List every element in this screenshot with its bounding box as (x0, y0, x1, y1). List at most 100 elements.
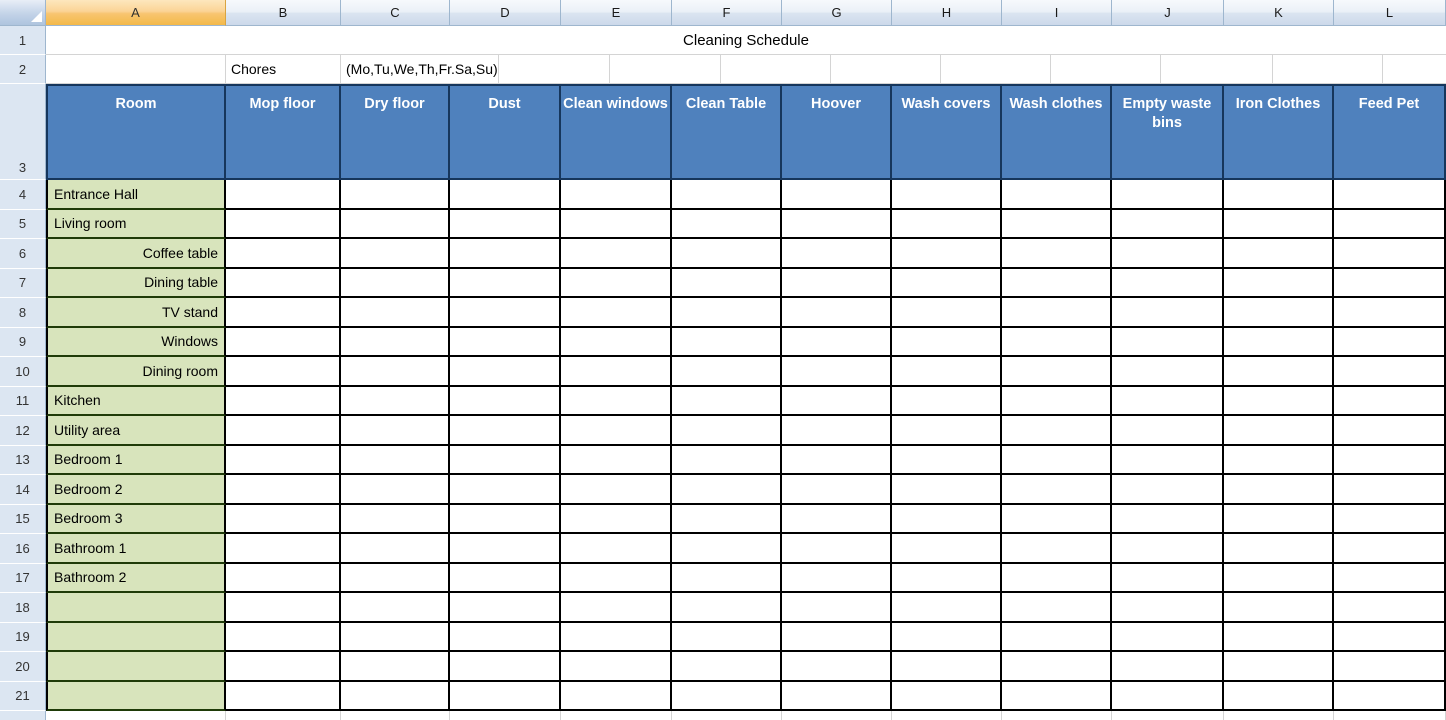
column-header-j[interactable]: J (1112, 0, 1224, 26)
cell-G5[interactable] (782, 209, 892, 239)
cell-F21[interactable] (672, 681, 782, 711)
cell-J20[interactable] (1112, 652, 1224, 682)
cell-D-partial[interactable] (450, 711, 561, 720)
cell-L4[interactable] (1334, 180, 1446, 210)
row-header-14[interactable]: 14 (0, 475, 46, 505)
cell-L11[interactable] (1334, 386, 1446, 416)
cell-K14[interactable] (1224, 475, 1334, 505)
cell-D10[interactable] (450, 357, 561, 387)
header-cell-chore-7[interactable]: Wash covers (892, 84, 1002, 180)
row-header-1[interactable]: 1 (0, 26, 46, 55)
row-header-17[interactable]: 17 (0, 563, 46, 593)
cell-H21[interactable] (892, 681, 1002, 711)
cell-K17[interactable] (1224, 563, 1334, 593)
column-header-l[interactable]: L (1334, 0, 1446, 26)
cell-B16[interactable] (226, 534, 341, 564)
cell-L13[interactable] (1334, 445, 1446, 475)
row-header-9[interactable]: 9 (0, 327, 46, 357)
cell-L5[interactable] (1334, 209, 1446, 239)
cell-B21[interactable] (226, 681, 341, 711)
cell-C17[interactable] (341, 563, 450, 593)
cell-C-partial[interactable] (341, 711, 450, 720)
cell-J4[interactable] (1112, 180, 1224, 210)
cell-K20[interactable] (1224, 652, 1334, 682)
cell-G17[interactable] (782, 563, 892, 593)
cell-J19[interactable] (1112, 622, 1224, 652)
cell-G10[interactable] (782, 357, 892, 387)
cell-B18[interactable] (226, 593, 341, 623)
cell-D5[interactable] (450, 209, 561, 239)
cell-E15[interactable] (561, 504, 672, 534)
column-header-g[interactable]: G (782, 0, 892, 26)
cell-A15[interactable]: Bedroom 3 (46, 504, 226, 534)
cell-J16[interactable] (1112, 534, 1224, 564)
cell-G8[interactable] (782, 298, 892, 328)
cell-L-partial[interactable] (1334, 711, 1446, 720)
cell-H14[interactable] (892, 475, 1002, 505)
cell-H9[interactable] (892, 327, 1002, 357)
cell-C13[interactable] (341, 445, 450, 475)
cell-A13[interactable]: Bedroom 1 (46, 445, 226, 475)
cell-K2[interactable] (1272, 55, 1383, 84)
cell-I13[interactable] (1002, 445, 1112, 475)
cell-L9[interactable] (1334, 327, 1446, 357)
cell-G21[interactable] (782, 681, 892, 711)
cell-D11[interactable] (450, 386, 561, 416)
cell-F12[interactable] (672, 416, 782, 446)
cell-F9[interactable] (672, 327, 782, 357)
cell-I10[interactable] (1002, 357, 1112, 387)
cell-L18[interactable] (1334, 593, 1446, 623)
cell-H5[interactable] (892, 209, 1002, 239)
cell-B6[interactable] (226, 239, 341, 269)
cell-L19[interactable] (1334, 622, 1446, 652)
cell-J2[interactable] (1160, 55, 1273, 84)
cell-C21[interactable] (341, 681, 450, 711)
cell-C15[interactable] (341, 504, 450, 534)
cell-B14[interactable] (226, 475, 341, 505)
cell-I9[interactable] (1002, 327, 1112, 357)
cell-B12[interactable] (226, 416, 341, 446)
cell-D8[interactable] (450, 298, 561, 328)
cell-I-partial[interactable] (1002, 711, 1112, 720)
cell-B13[interactable] (226, 445, 341, 475)
row-header-7[interactable]: 7 (0, 268, 46, 298)
row-header-21[interactable]: 21 (0, 681, 46, 711)
cell-G-partial[interactable] (782, 711, 892, 720)
cell-D14[interactable] (450, 475, 561, 505)
cell-G6[interactable] (782, 239, 892, 269)
row-header-3[interactable]: 3 (0, 84, 46, 180)
cell-J11[interactable] (1112, 386, 1224, 416)
cell-L10[interactable] (1334, 357, 1446, 387)
cell-C20[interactable] (341, 652, 450, 682)
cell-D16[interactable] (450, 534, 561, 564)
cell-F8[interactable] (672, 298, 782, 328)
cell-A2[interactable] (46, 55, 226, 84)
cell-F6[interactable] (672, 239, 782, 269)
cell-F7[interactable] (672, 268, 782, 298)
cell-D4[interactable] (450, 180, 561, 210)
cell-B5[interactable] (226, 209, 341, 239)
cell-I5[interactable] (1002, 209, 1112, 239)
cell-A11[interactable]: Kitchen (46, 386, 226, 416)
cell-C8[interactable] (341, 298, 450, 328)
cell-K9[interactable] (1224, 327, 1334, 357)
row-header-11[interactable]: 11 (0, 386, 46, 416)
cell-H19[interactable] (892, 622, 1002, 652)
cell-A20[interactable] (46, 652, 226, 682)
cell-K6[interactable] (1224, 239, 1334, 269)
column-header-h[interactable]: H (892, 0, 1002, 26)
cell-J15[interactable] (1112, 504, 1224, 534)
cell-F19[interactable] (672, 622, 782, 652)
cell-F15[interactable] (672, 504, 782, 534)
cell-H8[interactable] (892, 298, 1002, 328)
cell-H11[interactable] (892, 386, 1002, 416)
cell-J-partial[interactable] (1112, 711, 1224, 720)
cell-H16[interactable] (892, 534, 1002, 564)
header-cell-chore-11[interactable]: Feed Pet (1334, 84, 1446, 180)
cell-C16[interactable] (341, 534, 450, 564)
cell-E6[interactable] (561, 239, 672, 269)
cell-I11[interactable] (1002, 386, 1112, 416)
cell-F5[interactable] (672, 209, 782, 239)
cell-G15[interactable] (782, 504, 892, 534)
cell-L17[interactable] (1334, 563, 1446, 593)
